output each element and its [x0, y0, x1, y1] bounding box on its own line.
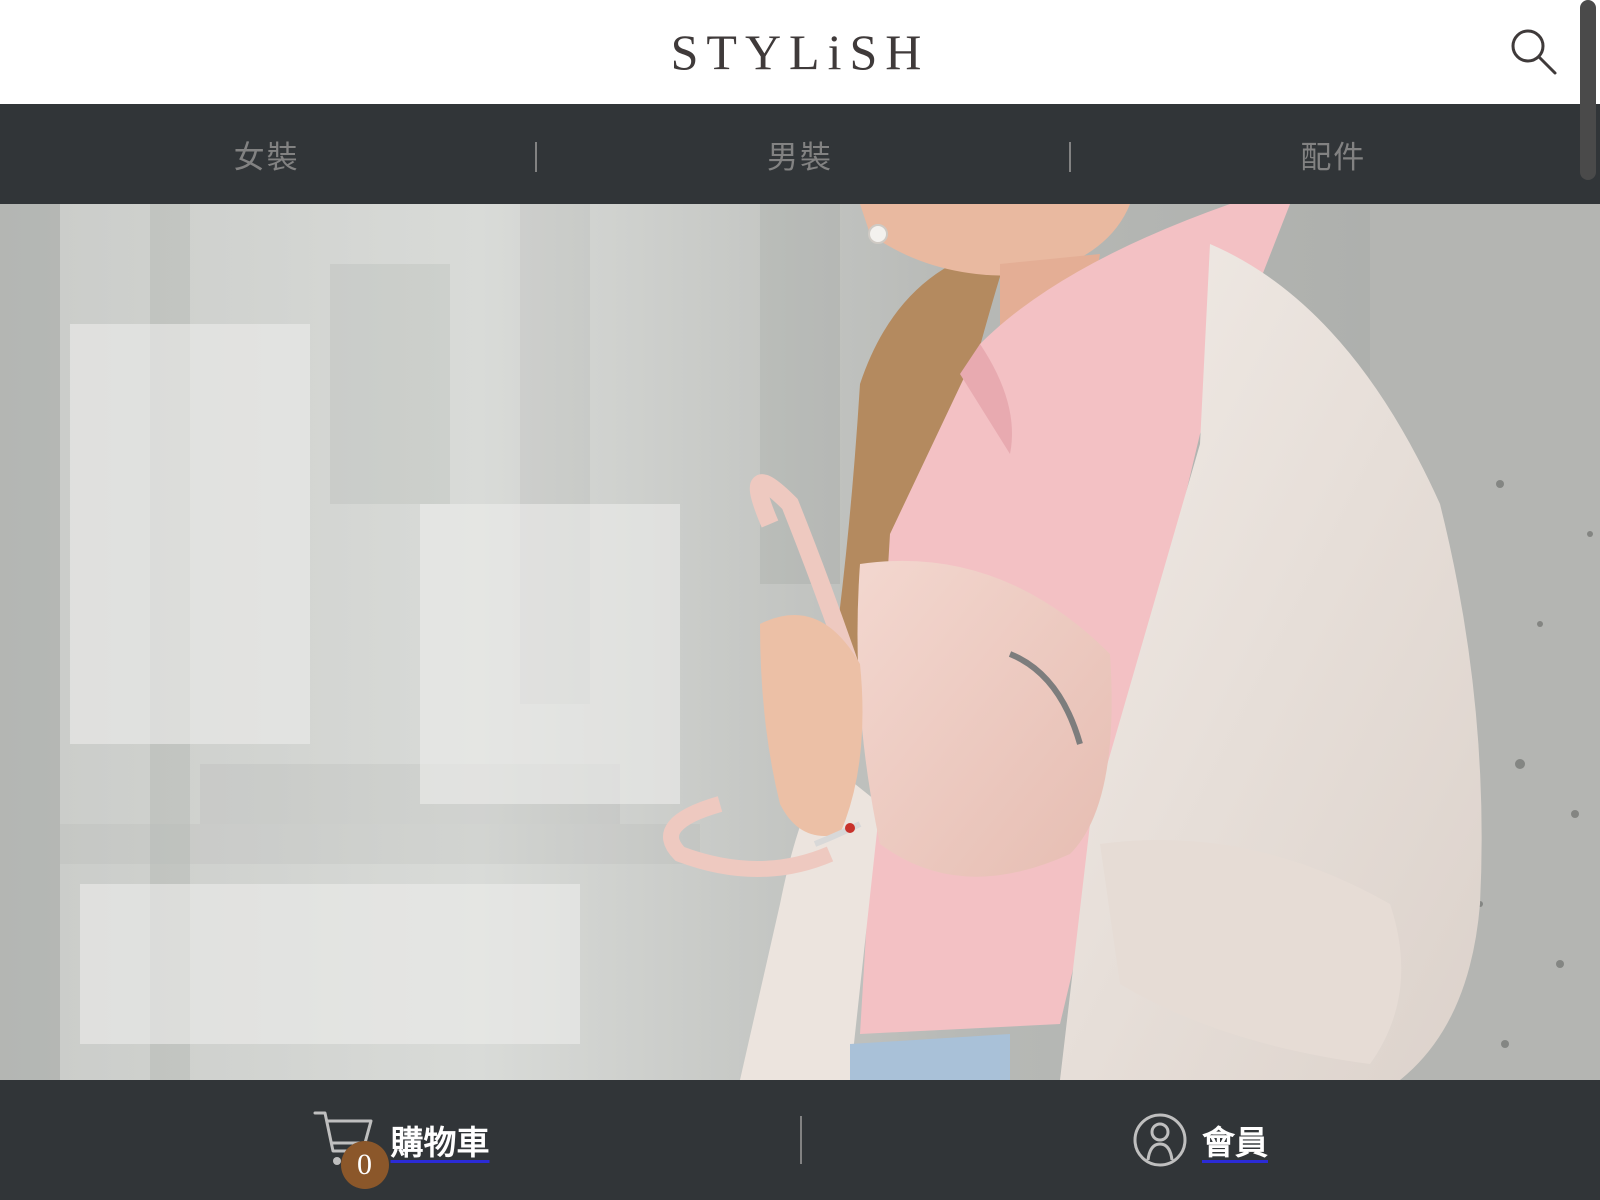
cart-label: 購物車 — [390, 1123, 490, 1162]
search-icon — [1511, 29, 1557, 75]
bottom-divider — [800, 1116, 802, 1164]
nav-divider — [1069, 142, 1071, 172]
cart-count-badge: 0 — [340, 1141, 389, 1189]
bottom-nav: 0 購物車 會員 — [0, 1080, 1600, 1200]
nav-item-label: 配件 — [1300, 139, 1367, 176]
site-logo[interactable]: STYLiSH — [0, 0, 1600, 104]
category-nav: 女裝 男裝 配件 — [0, 104, 1600, 204]
page-scrollbar[interactable] — [1580, 0, 1596, 180]
site-header: STYLiSH — [0, 0, 1600, 104]
nav-item-label: 男裝 — [766, 139, 833, 176]
nav-item-accessories[interactable]: 配件 — [1067, 104, 1600, 204]
cart-icon-wrap: 0 — [311, 1107, 389, 1189]
cart-button[interactable]: 0 購物車 — [0, 1080, 800, 1200]
nav-divider — [535, 142, 537, 172]
nav-item-women[interactable]: 女裝 — [0, 104, 533, 204]
page: STYLiSH 女裝 男裝 配件 0 購物車 會員 — [0, 0, 1600, 1200]
hero-banner[interactable] — [0, 204, 1600, 1080]
search-button[interactable] — [1508, 26, 1560, 78]
hero-image — [0, 204, 1600, 1080]
nav-item-men[interactable]: 男裝 — [533, 104, 1066, 204]
member-label: 會員 — [1202, 1123, 1268, 1162]
member-icon — [1133, 1113, 1187, 1167]
member-button[interactable]: 會員 — [800, 1080, 1600, 1200]
nav-item-label: 女裝 — [233, 139, 300, 176]
